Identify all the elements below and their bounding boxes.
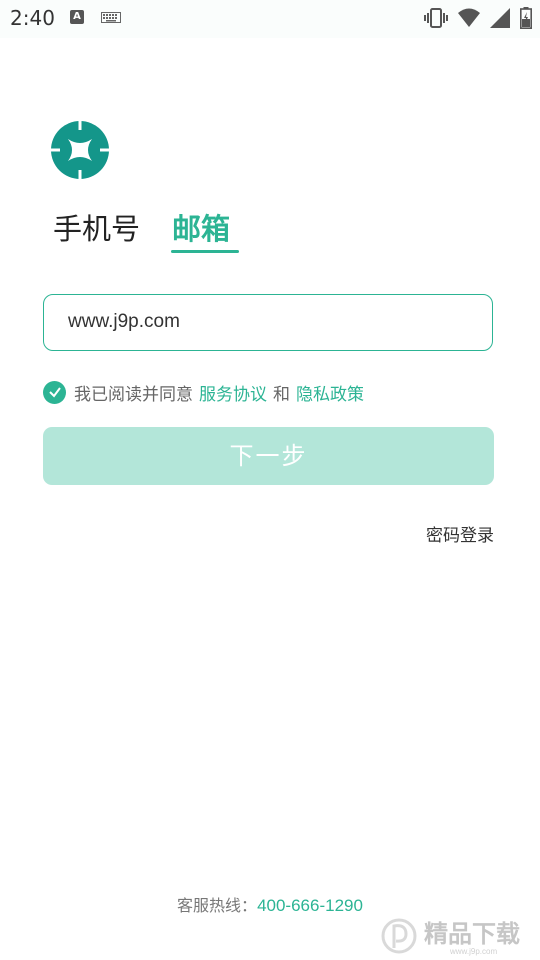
signal-icon [490, 8, 510, 28]
terms-link[interactable]: 服务协议 [199, 380, 267, 405]
tab-email[interactable]: 邮箱 [172, 206, 230, 248]
app-logo [51, 121, 109, 179]
wifi-icon [458, 8, 480, 27]
svg-text:精品下载: 精品下载 [424, 920, 520, 948]
agreement-checkbox[interactable] [43, 380, 66, 404]
email-input[interactable]: www.j9p.com [43, 294, 493, 351]
agreement-text: 我已阅读并同意 [74, 384, 193, 405]
font-a-icon: A [70, 10, 84, 24]
status-icons [424, 6, 532, 30]
watermark-logo: 精品下载 www.j9p.com [381, 918, 520, 956]
svg-text:www.j9p.com: www.j9p.com [449, 947, 497, 956]
status-time: 2:40 [10, 6, 55, 30]
next-button[interactable]: 下一步 [43, 427, 494, 485]
hotline-number[interactable]: 400-666-1290 [257, 896, 363, 915]
password-login-link[interactable]: 密码登录 [426, 521, 494, 546]
active-tab-indicator [171, 250, 239, 253]
agreement-row: 我已阅读并同意 服务协议 和 隐私政策 [43, 380, 364, 405]
privacy-link[interactable]: 隐私政策 [296, 380, 364, 405]
battery-icon [520, 7, 532, 29]
hotline-label: 客服热线： [177, 896, 258, 915]
status-bar: 2:40 A [0, 0, 540, 38]
keyboard-icon [101, 12, 121, 23]
vibrate-icon [424, 8, 448, 28]
tab-phone[interactable]: 手机号 [53, 206, 140, 248]
agreement-and: 和 [273, 384, 290, 405]
checkmark-icon [48, 387, 61, 398]
